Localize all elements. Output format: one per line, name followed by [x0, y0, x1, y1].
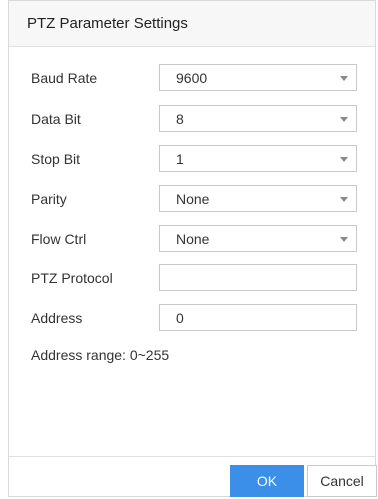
data-bit-value: 8 [176, 110, 184, 127]
dialog-header: PTZ Parameter Settings [9, 1, 375, 47]
ptz-protocol-label: PTZ Protocol [31, 269, 113, 286]
address-range-hint: Address range: 0~255 [31, 347, 170, 363]
ok-button[interactable]: OK [230, 465, 304, 497]
baud-rate-select[interactable]: 9600 [159, 64, 357, 91]
address-input[interactable]: 0 [159, 304, 357, 331]
chevron-down-icon [340, 157, 348, 162]
dialog-footer: OK Cancel [9, 456, 377, 497]
stop-bit-row: Stop Bit 1 [31, 145, 361, 172]
stop-bit-label: Stop Bit [31, 150, 81, 167]
address-label: Address [31, 309, 83, 326]
cancel-button[interactable]: Cancel [307, 465, 377, 497]
flow-ctrl-row: Flow Ctrl None [31, 225, 361, 252]
stop-bit-select[interactable]: 1 [159, 145, 357, 172]
address-value: 0 [176, 309, 184, 326]
data-bit-row: Data Bit 8 [31, 105, 361, 132]
baud-rate-row: Baud Rate 9600 [31, 64, 361, 91]
baud-rate-label: Baud Rate [31, 69, 98, 86]
parity-label: Parity [31, 190, 67, 207]
data-bit-select[interactable]: 8 [159, 105, 357, 132]
flow-ctrl-label: Flow Ctrl [31, 230, 87, 247]
address-row: Address 0 [31, 304, 361, 331]
stop-bit-value: 1 [176, 150, 184, 167]
baud-rate-value: 9600 [176, 69, 208, 86]
flow-ctrl-value: None [176, 230, 210, 247]
parity-value: None [176, 190, 210, 207]
dialog-title: PTZ Parameter Settings [27, 15, 188, 32]
ptz-parameter-dialog: PTZ Parameter Settings Baud Rate 9600 Da… [8, 0, 377, 497]
chevron-down-icon [340, 237, 348, 242]
ptz-protocol-field[interactable] [159, 264, 357, 291]
chevron-down-icon [340, 117, 348, 122]
parity-row: Parity None [31, 185, 361, 212]
ptz-protocol-row: PTZ Protocol [31, 264, 361, 291]
chevron-down-icon [340, 76, 348, 81]
parity-select[interactable]: None [159, 185, 357, 212]
chevron-down-icon [340, 197, 348, 202]
data-bit-label: Data Bit [31, 110, 81, 127]
flow-ctrl-select[interactable]: None [159, 225, 357, 252]
